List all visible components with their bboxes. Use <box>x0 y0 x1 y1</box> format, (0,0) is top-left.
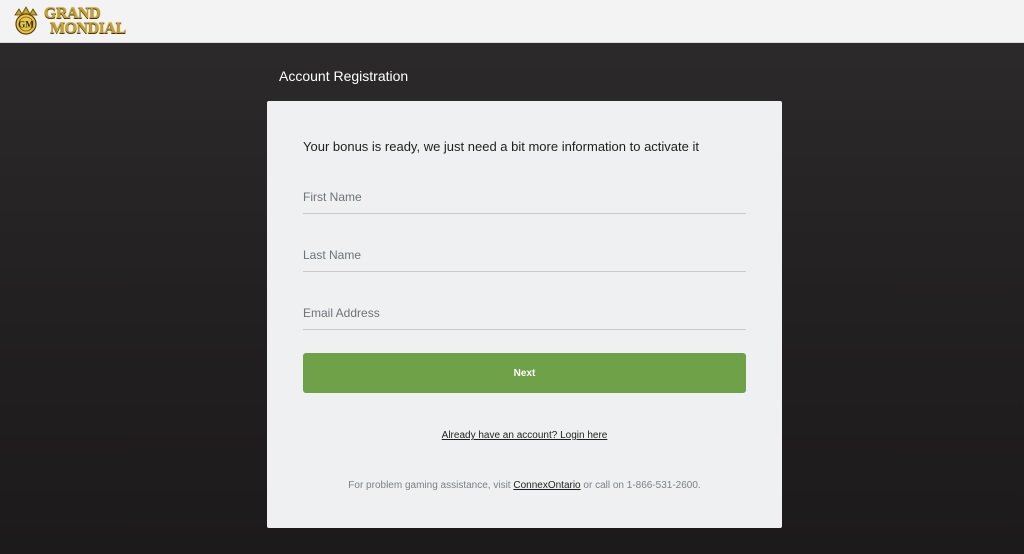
first-name-input[interactable] <box>303 182 746 212</box>
bonus-intro-text: Your bonus is ready, we just need a bit … <box>303 139 699 154</box>
login-link[interactable]: Already have an account? Login here <box>267 430 782 441</box>
grand-mondial-logo[interactable]: GM GRAND MONDIAL <box>10 4 126 38</box>
top-bar: GM GRAND MONDIAL <box>0 0 1024 43</box>
page-title: Account Registration <box>279 68 409 84</box>
crown-crest-icon: GM <box>14 6 38 35</box>
first-name-field <box>303 182 746 214</box>
footer-prefix-text: For problem gaming assistance, visit <box>348 480 514 491</box>
email-input[interactable] <box>303 298 746 328</box>
footer-suffix-text: or call on 1-866-531-2600. <box>580 480 701 491</box>
last-name-field <box>303 240 746 272</box>
email-field <box>303 298 746 330</box>
last-name-input[interactable] <box>303 240 746 270</box>
problem-gaming-notice: For problem gaming assistance, visit Con… <box>267 480 782 491</box>
registration-card: Your bonus is ready, we just need a bit … <box>267 101 782 528</box>
connexontario-link[interactable]: ConnexOntario <box>513 480 580 491</box>
next-button[interactable]: Next <box>303 353 746 393</box>
svg-text:GM: GM <box>18 20 34 30</box>
logo-wordmark: GRAND MONDIAL <box>44 5 126 37</box>
logo-line-mondial: MONDIAL <box>50 19 126 37</box>
